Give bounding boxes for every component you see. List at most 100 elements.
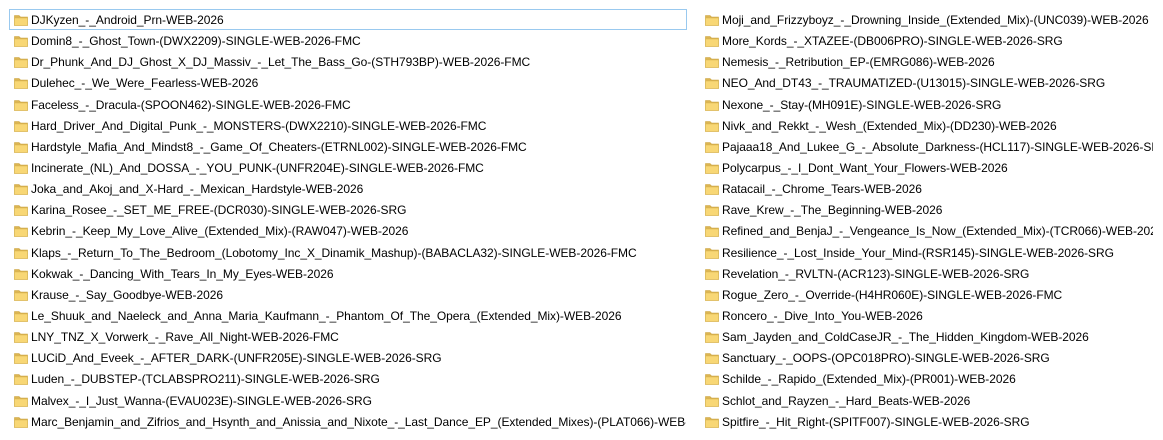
list-column-right: Moji_and_Frizzyboyz_-_Drowning_Inside_(E… [700,9,1154,432]
folder-icon [705,311,719,322]
folder-icon [14,311,28,322]
folder-item[interactable]: Krause_-_Say_Goodbye-WEB-2026 [9,284,687,305]
folder-name: Krause_-_Say_Goodbye-WEB-2026 [31,287,223,302]
folder-item[interactable]: Kokwak_-_Dancing_With_Tears_In_My_Eyes-W… [9,263,687,284]
folder-name: Luden_-_DUBSTEP-(TCLABSPRO211)-SINGLE-WE… [31,372,380,387]
folder-item[interactable]: Revelation_-_RVLTN-(ACR123)-SINGLE-WEB-2… [700,263,1154,284]
folder-name: Nemesis_-_Retribution_EP-(EMRG086)-WEB-2… [722,55,995,70]
folder-name: Malvex_-_I_Just_Wanna-(EVAU023E)-SINGLE-… [31,393,372,408]
folder-name: Klaps_-_Return_To_The_Bedroom_(Lobotomy_… [31,245,637,260]
folder-name: Joka_and_Akoj_and_X-Hard_-_Mexican_Hards… [31,182,364,197]
folder-item[interactable]: DJKyzen_-_Android_Prn-WEB-2026 [9,9,687,31]
folder-item[interactable]: Polycarpus_-_I_Dont_Want_Your_Flowers-WE… [700,157,1154,178]
folder-name: LUCiD_And_Eveek_-_AFTER_DARK-(UNFR205E)-… [31,351,442,366]
folder-item[interactable]: Le_Shuuk_and_Naeleck_and_Anna_Maria_Kauf… [9,305,687,326]
folder-name: NEO_And_DT43_-_TRAUMATIZED-(U13015)-SING… [722,76,1106,91]
folder-name: Domin8_-_Ghost_Town-(DWX2209)-SINGLE-WEB… [31,34,361,49]
folder-icon [14,78,28,90]
folder-name: DJKyzen_-_Android_Prn-WEB-2026 [31,13,224,27]
folder-name: Revelation_-_RVLTN-(ACR123)-SINGLE-WEB-2… [722,266,1030,281]
folder-item[interactable]: LNY_TNZ_X_Vorwerk_-_Rave_All_Night-WEB-2… [9,326,687,347]
folder-icon [14,184,28,195]
folder-item[interactable]: Schlot_and_Rayzen_-_Hard_Beats-WEB-2026 [700,390,1154,411]
folder-name: Refined_and_BenjaJ_-_Vengeance_Is_Now_(E… [722,224,1154,239]
folder-item[interactable]: Faceless_-_Dracula-(SPOON462)-SINGLE-WEB… [9,94,687,115]
folder-icon [14,290,28,301]
folder-item[interactable]: Domin8_-_Ghost_Town-(DWX2209)-SINGLE-WEB… [9,30,687,51]
folder-item[interactable]: Nemesis_-_Retribution_EP-(EMRG086)-WEB-2… [700,51,1154,72]
folder-item[interactable]: Marc_Benjamin_and_Zifrios_and_Hsynth_and… [9,411,687,432]
folder-item[interactable]: Refined_and_BenjaJ_-_Vengeance_Is_Now_(E… [700,220,1154,241]
folder-item[interactable]: More_Kords_-_XTAZEE-(DB006PRO)-SINGLE-WE… [700,30,1154,51]
folder-icon [705,268,719,280]
folder-icon [705,184,719,195]
folder-name: Roncero_-_Dive_Into_You-WEB-2026 [722,308,923,323]
folder-item[interactable]: Luden_-_DUBSTEP-(TCLABSPRO211)-SINGLE-WE… [9,368,687,389]
folder-item[interactable]: Sam_Jayden_and_ColdCaseJR_-_The_Hidden_K… [700,326,1154,347]
folder-item[interactable]: Ratacail_-_Chrome_Tears-WEB-2026 [700,178,1154,199]
folder-icon [14,226,28,238]
folder-name: Hardstyle_Mafia_And_Mindst8_-_Game_Of_Ch… [31,139,527,154]
folder-item[interactable]: Nivk_and_Rekkt_-_Wesh_(Extended_Mix)-(DD… [700,115,1154,136]
folder-icon [705,416,719,428]
folder-item[interactable]: Incinerate_(NL)_And_DOSSA_-_YOU_PUNK-(UN… [9,157,687,178]
folder-icon [14,99,28,111]
folder-icon [14,36,28,47]
folder-item[interactable]: Karina_Rosee_-_SET_ME_FREE-(DCR030)-SING… [9,199,687,220]
folder-icon [14,332,28,343]
folder-name: Dr_Phunk_And_DJ_Ghost_X_DJ_Massiv_-_Let_… [31,55,531,70]
folder-item[interactable]: Nexone_-_Stay-(MH091E)-SINGLE-WEB-2026-S… [700,94,1154,115]
folder-item[interactable]: Dulehec_-_We_Were_Fearless-WEB-2026 [9,72,687,93]
folder-icon [705,226,719,238]
folder-name: Moji_and_Frizzyboyz_-_Drowning_Inside_(E… [722,13,1149,27]
folder-item[interactable]: Rave_Krew_-_The_Beginning-WEB-2026 [700,199,1154,220]
folder-icon [705,163,719,174]
folder-name: Resilience_-_Lost_Inside_Your_Mind-(RSR1… [722,245,1114,260]
folder-icon [14,353,28,365]
folder-item[interactable]: Hard_Driver_And_Digital_Punk_-_MONSTERS-… [9,115,687,136]
folder-icon [705,142,719,153]
folder-icon [705,247,719,259]
folder-icon [705,353,719,365]
folder-icon [705,205,719,217]
folder-name: Nexone_-_Stay-(MH091E)-SINGLE-WEB-2026-S… [722,97,1002,112]
folder-name: More_Kords_-_XTAZEE-(DB006PRO)-SINGLE-WE… [722,34,1063,49]
folder-item[interactable]: Kebrin_-_Keep_My_Love_Alive_(Extended_Mi… [9,220,687,241]
folder-item[interactable]: Spitfire_-_Hit_Right-(SPITF007)-SINGLE-W… [700,411,1154,432]
folder-item[interactable]: Schilde_-_Rapido_(Extended_Mix)-(PR001)-… [700,368,1154,389]
folder-icon [705,374,719,386]
folder-item[interactable]: Sanctuary_-_OOPS-(OPC018PRO)-SINGLE-WEB-… [700,347,1154,368]
list-column-left: DJKyzen_-_Android_Prn-WEB-2026 Domin8_-_… [9,9,687,432]
folder-list-view: DJKyzen_-_Android_Prn-WEB-2026 Domin8_-_… [0,9,1163,433]
folder-item[interactable]: Moji_and_Frizzyboyz_-_Drowning_Inside_(E… [700,9,1154,30]
folder-name: Schlot_and_Rayzen_-_Hard_Beats-WEB-2026 [722,393,971,408]
folder-name: Dulehec_-_We_Were_Fearless-WEB-2026 [31,76,259,91]
folder-item[interactable]: Joka_and_Akoj_and_X-Hard_-_Mexican_Hards… [9,178,687,199]
folder-item[interactable]: Malvex_-_I_Just_Wanna-(EVAU023E)-SINGLE-… [9,390,687,411]
folder-item[interactable]: Roncero_-_Dive_Into_You-WEB-2026 [700,305,1154,326]
folder-name: Le_Shuuk_and_Naeleck_and_Anna_Maria_Kauf… [31,308,622,323]
folder-icon [705,36,719,47]
folder-name: Sam_Jayden_and_ColdCaseJR_-_The_Hidden_K… [722,330,1089,345]
folder-name: Schilde_-_Rapido_(Extended_Mix)-(PR001)-… [722,372,1016,387]
folder-item[interactable]: Pajaaa18_And_Lukee_G_-_Absolute_Darkness… [700,136,1154,157]
folder-item[interactable]: NEO_And_DT43_-_TRAUMATIZED-(U13015)-SING… [700,72,1154,93]
folder-icon [705,15,719,26]
folder-icon [705,332,719,343]
folder-icon [14,205,28,217]
folder-icon [705,290,719,301]
folder-item[interactable]: Hardstyle_Mafia_And_Mindst8_-_Game_Of_Ch… [9,136,687,157]
folder-icon [14,374,28,386]
folder-name: Spitfire_-_Hit_Right-(SPITF007)-SINGLE-W… [722,414,1030,429]
folder-item[interactable]: Rogue_Zero_-_Override-(H4HR060E)-SINGLE-… [700,284,1154,305]
folder-item[interactable]: Klaps_-_Return_To_The_Bedroom_(Lobotomy_… [9,242,687,263]
folder-item[interactable]: LUCiD_And_Eveek_-_AFTER_DARK-(UNFR205E)-… [9,347,687,368]
folder-icon [705,78,719,90]
folder-item[interactable]: Dr_Phunk_And_DJ_Ghost_X_DJ_Massiv_-_Let_… [9,51,687,72]
folder-icon [14,268,28,280]
folder-icon [14,416,28,428]
folder-name: LNY_TNZ_X_Vorwerk_-_Rave_All_Night-WEB-2… [31,330,339,345]
folder-name: Marc_Benjamin_and_Zifrios_and_Hsynth_and… [31,414,687,429]
folder-name: Ratacail_-_Chrome_Tears-WEB-2026 [722,182,922,197]
folder-item[interactable]: Resilience_-_Lost_Inside_Your_Mind-(RSR1… [700,242,1154,263]
